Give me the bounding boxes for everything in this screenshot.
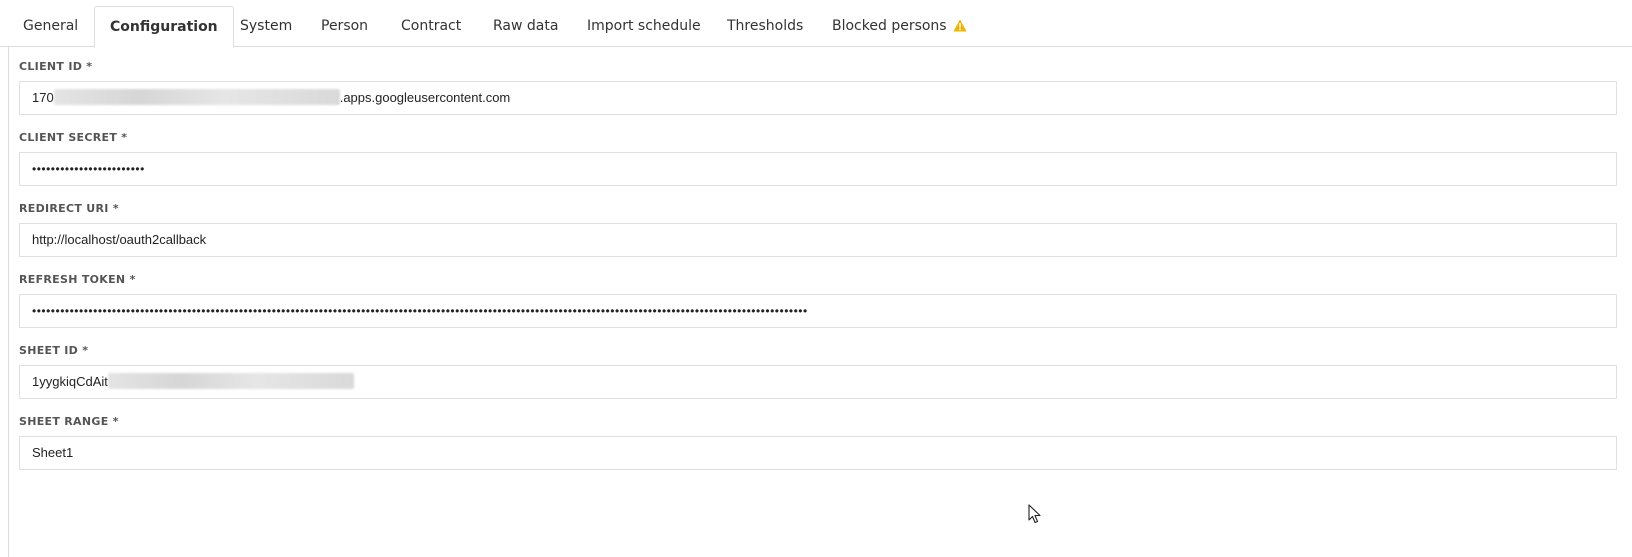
redacted-value	[107, 373, 354, 389]
mouse-cursor-icon	[1028, 504, 1042, 529]
client-id-input[interactable]: 170 .apps.googleusercontent.com	[19, 81, 1617, 115]
warning-icon	[953, 8, 967, 49]
configuration-panel: CLIENT ID * 170 .apps.googleusercontent.c…	[8, 47, 1632, 557]
tab-blocked-persons-label: Blocked persons	[832, 18, 947, 34]
tab-contract[interactable]: Contract	[386, 6, 476, 47]
redirect-uri-label: REDIRECT URI *	[19, 202, 119, 215]
sheet-id-value-prefix: 1yygkiqCdAit	[32, 374, 108, 389]
sheet-id-label: SHEET ID *	[19, 344, 89, 357]
client-id-label: CLIENT ID *	[19, 60, 93, 73]
tab-thresholds[interactable]: Thresholds	[712, 6, 818, 47]
tab-raw-data[interactable]: Raw data	[478, 6, 573, 47]
tab-general[interactable]: General	[8, 6, 93, 47]
client-secret-label: CLIENT SECRET *	[19, 131, 128, 144]
redirect-uri-input[interactable]: http://localhost/oauth2callback	[19, 223, 1617, 257]
tab-blocked-persons[interactable]: Blocked persons	[817, 6, 982, 47]
redacted-value	[53, 89, 340, 105]
refresh-token-input[interactable]: ••••••••••••••••••••••••••••••••••••••••…	[19, 294, 1617, 328]
sheet-range-input[interactable]: Sheet1	[19, 436, 1617, 470]
client-id-value-prefix: 170	[32, 90, 54, 105]
sheet-id-input[interactable]: 1yygkiqCdAit	[19, 365, 1617, 399]
tab-person[interactable]: Person	[306, 6, 383, 47]
tab-system[interactable]: System	[225, 6, 307, 47]
sheet-range-label: SHEET RANGE *	[19, 415, 119, 428]
refresh-token-label: REFRESH TOKEN *	[19, 273, 136, 286]
client-secret-input[interactable]: ••••••••••••••••••••••••	[19, 152, 1617, 186]
tab-configuration[interactable]: Configuration	[94, 6, 234, 48]
tab-bar: General Configuration System Person Cont…	[0, 0, 1632, 48]
tab-import-schedule[interactable]: Import schedule	[572, 6, 716, 47]
client-id-value-suffix: .apps.googleusercontent.com	[339, 90, 511, 105]
